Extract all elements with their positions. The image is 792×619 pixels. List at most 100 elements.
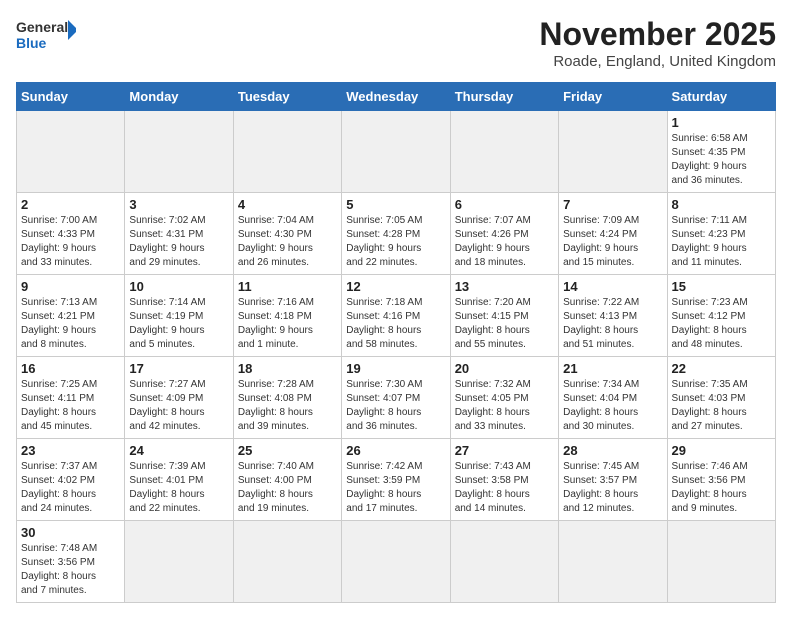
- day-number: 7: [563, 197, 662, 212]
- day-number: 22: [672, 361, 771, 376]
- calendar-cell: 12 Sunrise: 7:18 AM Sunset: 4:16 PM Dayli…: [342, 275, 450, 357]
- calendar-cell: 11 Sunrise: 7:16 AM Sunset: 4:18 PM Dayli…: [233, 275, 341, 357]
- calendar-cell: 25 Sunrise: 7:40 AM Sunset: 4:00 PM Dayli…: [233, 439, 341, 521]
- sun-info: Sunrise: 7:09 AM Sunset: 4:24 PM Dayligh…: [563, 214, 662, 270]
- header-row: Sunday Monday Tuesday Wednesday Thursday…: [17, 83, 776, 111]
- day-number: 5: [346, 197, 445, 212]
- calendar-table: Sunday Monday Tuesday Wednesday Thursday…: [16, 82, 776, 603]
- calendar-cell: 13 Sunrise: 7:20 AM Sunset: 4:15 PM Dayli…: [450, 275, 558, 357]
- sun-info: Sunrise: 7:16 AM Sunset: 4:18 PM Dayligh…: [238, 296, 337, 352]
- location-subtitle: Roade, England, United Kingdom: [539, 53, 776, 70]
- calendar-cell: [667, 521, 775, 603]
- sun-info: Sunrise: 7:13 AM Sunset: 4:21 PM Dayligh…: [21, 296, 120, 352]
- day-number: 6: [455, 197, 554, 212]
- sun-info: Sunrise: 7:22 AM Sunset: 4:13 PM Dayligh…: [563, 296, 662, 352]
- day-number: 19: [346, 361, 445, 376]
- calendar-cell: 9 Sunrise: 7:13 AM Sunset: 4:21 PM Daylig…: [17, 275, 125, 357]
- calendar-cell: 8 Sunrise: 7:11 AM Sunset: 4:23 PM Daylig…: [667, 193, 775, 275]
- day-number: 2: [21, 197, 120, 212]
- header-thursday: Thursday: [450, 83, 558, 111]
- day-number: 9: [21, 279, 120, 294]
- day-number: 27: [455, 443, 554, 458]
- sun-info: Sunrise: 7:25 AM Sunset: 4:11 PM Dayligh…: [21, 378, 120, 434]
- logo-svg: General Blue: [16, 16, 76, 56]
- calendar-cell: [17, 111, 125, 193]
- header-monday: Monday: [125, 83, 233, 111]
- calendar-cell: 21Sunrise: 7:34 AM Sunset: 4:04 PM Dayli…: [559, 357, 667, 439]
- week-row-6: 30 Sunrise: 7:48 AM Sunset: 3:56 PM Dayli…: [17, 521, 776, 603]
- calendar-cell: 1Sunrise: 6:58 AM Sunset: 4:35 PM Daylig…: [667, 111, 775, 193]
- calendar-cell: [233, 521, 341, 603]
- calendar-cell: 18 Sunrise: 7:28 AM Sunset: 4:08 PM Dayli…: [233, 357, 341, 439]
- sun-info: Sunrise: 7:40 AM Sunset: 4:00 PM Dayligh…: [238, 460, 337, 516]
- sun-info: Sunrise: 7:11 AM Sunset: 4:23 PM Dayligh…: [672, 214, 771, 270]
- calendar-cell: 27 Sunrise: 7:43 AM Sunset: 3:58 PM Dayli…: [450, 439, 558, 521]
- calendar-cell: [559, 521, 667, 603]
- calendar-cell: [559, 111, 667, 193]
- header-friday: Friday: [559, 83, 667, 111]
- day-number: 14: [563, 279, 662, 294]
- title-area: November 2025 Roade, England, United Kin…: [539, 16, 776, 70]
- calendar-cell: 3Sunrise: 7:02 AM Sunset: 4:31 PM Daylig…: [125, 193, 233, 275]
- header-tuesday: Tuesday: [233, 83, 341, 111]
- calendar-cell: [125, 521, 233, 603]
- sun-info: Sunrise: 7:39 AM Sunset: 4:01 PM Dayligh…: [129, 460, 228, 516]
- sun-info: Sunrise: 7:43 AM Sunset: 3:58 PM Dayligh…: [455, 460, 554, 516]
- sun-info: Sunrise: 7:04 AM Sunset: 4:30 PM Dayligh…: [238, 214, 337, 270]
- calendar-cell: 16 Sunrise: 7:25 AM Sunset: 4:11 PM Dayli…: [17, 357, 125, 439]
- day-number: 20: [455, 361, 554, 376]
- day-number: 16: [21, 361, 120, 376]
- page-header: General Blue November 2025 Roade, Englan…: [16, 16, 776, 70]
- sun-info: Sunrise: 6:58 AM Sunset: 4:35 PM Dayligh…: [672, 132, 771, 188]
- calendar-title: November 2025: [539, 16, 776, 53]
- sun-info: Sunrise: 7:23 AM Sunset: 4:12 PM Dayligh…: [672, 296, 771, 352]
- calendar-cell: [125, 111, 233, 193]
- week-row-3: 9 Sunrise: 7:13 AM Sunset: 4:21 PM Daylig…: [17, 275, 776, 357]
- svg-text:General: General: [16, 19, 68, 35]
- sun-info: Sunrise: 7:35 AM Sunset: 4:03 PM Dayligh…: [672, 378, 771, 434]
- day-number: 11: [238, 279, 337, 294]
- calendar-cell: 28 Sunrise: 7:45 AM Sunset: 3:57 PM Dayli…: [559, 439, 667, 521]
- sun-info: Sunrise: 7:46 AM Sunset: 3:56 PM Dayligh…: [672, 460, 771, 516]
- sun-info: Sunrise: 7:05 AM Sunset: 4:28 PM Dayligh…: [346, 214, 445, 270]
- day-number: 8: [672, 197, 771, 212]
- day-number: 28: [563, 443, 662, 458]
- day-number: 13: [455, 279, 554, 294]
- sun-info: Sunrise: 7:14 AM Sunset: 4:19 PM Dayligh…: [129, 296, 228, 352]
- sun-info: Sunrise: 7:45 AM Sunset: 3:57 PM Dayligh…: [563, 460, 662, 516]
- header-wednesday: Wednesday: [342, 83, 450, 111]
- sun-info: Sunrise: 7:48 AM Sunset: 3:56 PM Dayligh…: [21, 542, 120, 598]
- calendar-cell: 17Sunrise: 7:27 AM Sunset: 4:09 PM Dayli…: [125, 357, 233, 439]
- day-number: 25: [238, 443, 337, 458]
- calendar-cell: 7 Sunrise: 7:09 AM Sunset: 4:24 PM Daylig…: [559, 193, 667, 275]
- day-number: 24: [129, 443, 228, 458]
- calendar-cell: 5 Sunrise: 7:05 AM Sunset: 4:28 PM Daylig…: [342, 193, 450, 275]
- calendar-cell: 15 Sunrise: 7:23 AM Sunset: 4:12 PM Dayli…: [667, 275, 775, 357]
- calendar-cell: [450, 111, 558, 193]
- calendar-cell: 29 Sunrise: 7:46 AM Sunset: 3:56 PM Dayli…: [667, 439, 775, 521]
- calendar-cell: [342, 521, 450, 603]
- calendar-cell: 6 Sunrise: 7:07 AM Sunset: 4:26 PM Daylig…: [450, 193, 558, 275]
- day-number: 4: [238, 197, 337, 212]
- sun-info: Sunrise: 7:28 AM Sunset: 4:08 PM Dayligh…: [238, 378, 337, 434]
- calendar-cell: [233, 111, 341, 193]
- day-number: 10: [129, 279, 228, 294]
- day-number: 29: [672, 443, 771, 458]
- sun-info: Sunrise: 7:18 AM Sunset: 4:16 PM Dayligh…: [346, 296, 445, 352]
- calendar-cell: [450, 521, 558, 603]
- week-row-1: 1Sunrise: 6:58 AM Sunset: 4:35 PM Daylig…: [17, 111, 776, 193]
- calendar-cell: 2Sunrise: 7:00 AM Sunset: 4:33 PM Daylig…: [17, 193, 125, 275]
- calendar-cell: 19Sunrise: 7:30 AM Sunset: 4:07 PM Dayli…: [342, 357, 450, 439]
- day-number: 12: [346, 279, 445, 294]
- day-number: 26: [346, 443, 445, 458]
- calendar-cell: 4 Sunrise: 7:04 AM Sunset: 4:30 PM Daylig…: [233, 193, 341, 275]
- day-number: 3: [129, 197, 228, 212]
- day-number: 18: [238, 361, 337, 376]
- logo: General Blue: [16, 16, 76, 56]
- day-number: 30: [21, 525, 120, 540]
- calendar-cell: 14 Sunrise: 7:22 AM Sunset: 4:13 PM Dayli…: [559, 275, 667, 357]
- sun-info: Sunrise: 7:07 AM Sunset: 4:26 PM Dayligh…: [455, 214, 554, 270]
- day-number: 15: [672, 279, 771, 294]
- sun-info: Sunrise: 7:37 AM Sunset: 4:02 PM Dayligh…: [21, 460, 120, 516]
- sun-info: Sunrise: 7:20 AM Sunset: 4:15 PM Dayligh…: [455, 296, 554, 352]
